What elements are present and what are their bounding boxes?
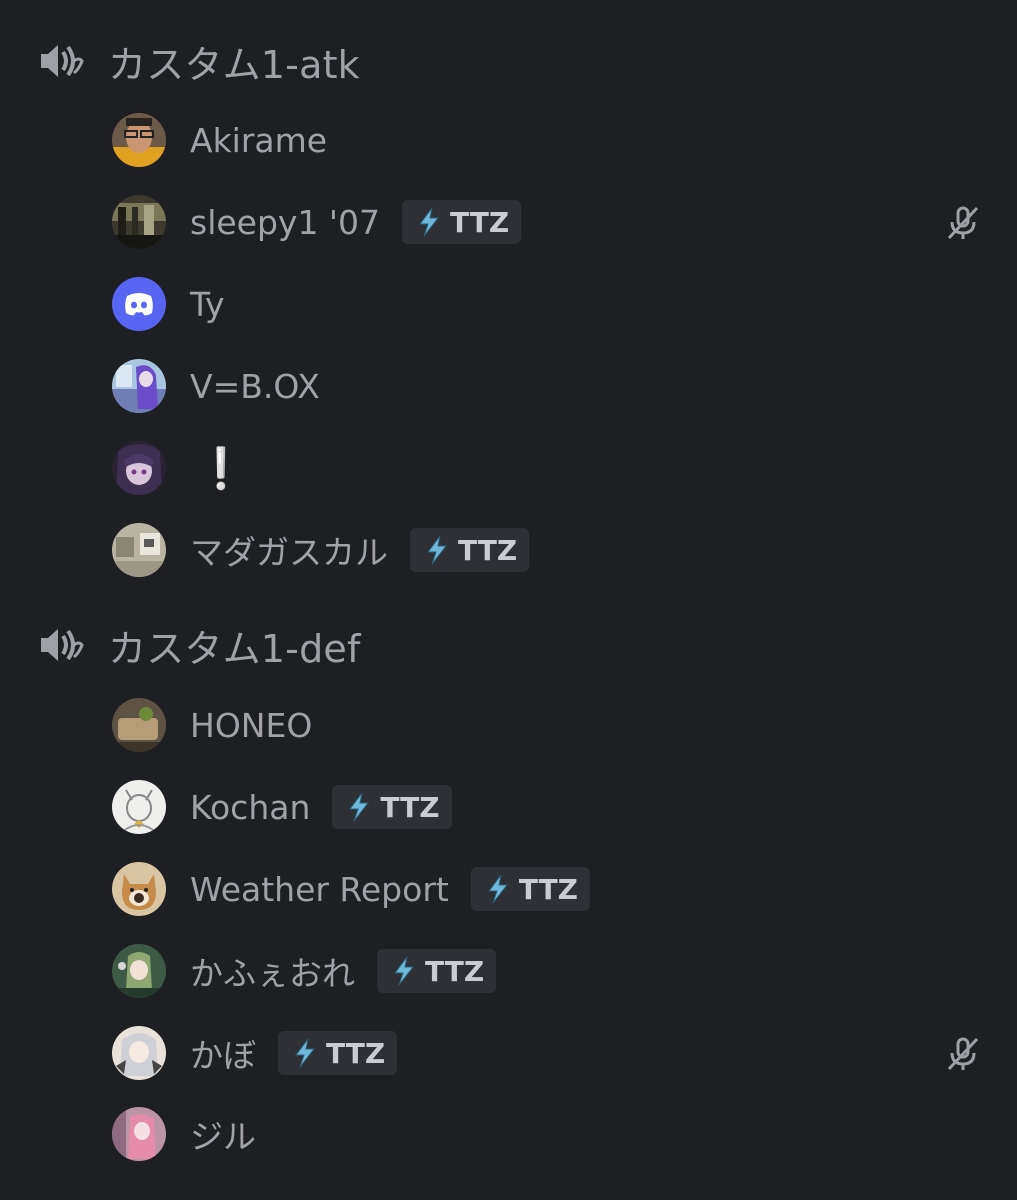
voice-member-kochan[interactable]: Kochan TTZ (112, 779, 982, 835)
member-name: ジル (190, 1117, 256, 1156)
voice-member-cafeore[interactable]: かふぇおれ TTZ (112, 943, 982, 999)
member-name: Akirame (190, 120, 328, 160)
voice-member-madagascar[interactable]: マダガスカル TTZ (112, 522, 982, 578)
guild-tag[interactable]: TTZ (278, 1031, 398, 1075)
lightning-icon (295, 1038, 316, 1068)
member-name: Weather Report (190, 869, 449, 909)
voice-member-kabo[interactable]: かぼ TTZ (112, 1025, 982, 1081)
user-avatar (112, 944, 166, 998)
lightning-icon (419, 207, 440, 237)
user-avatar (112, 780, 166, 834)
guild-tag-label: TTZ (450, 205, 510, 239)
member-name: かぼ (190, 1036, 256, 1075)
user-avatar (112, 195, 166, 249)
voice-member-exclaim[interactable]: ❕ (112, 440, 982, 496)
mic-muted-icon (947, 1037, 979, 1071)
guild-tag[interactable]: TTZ (410, 528, 530, 572)
voice-member-vbox[interactable]: V=B.OX (112, 358, 982, 414)
member-name: マダガスカル (190, 533, 388, 572)
member-name: ❕ (196, 445, 246, 492)
guild-tag[interactable]: TTZ (332, 785, 452, 829)
user-avatar (112, 277, 166, 331)
guild-tag[interactable]: TTZ (377, 949, 497, 993)
guild-tag-label: TTZ (518, 872, 578, 906)
voice-channel-list: カスタム1-atk Akirame sleepy1 '07 TTZ Ty V=B… (0, 0, 1017, 1200)
voice-channel-def[interactable]: カスタム1-def (38, 617, 361, 673)
voice-member-honeo[interactable]: HONEO (112, 697, 982, 753)
lightning-icon (394, 956, 415, 986)
voice-member-jiru[interactable]: ジル (112, 1106, 982, 1162)
voice-member-sleepy[interactable]: sleepy1 '07 TTZ (112, 194, 982, 250)
member-name: かふぇおれ (190, 954, 355, 993)
lightning-icon (349, 792, 370, 822)
channel-name: カスタム1-def (108, 626, 361, 671)
user-avatar (112, 1107, 166, 1161)
mic-muted-icon (947, 206, 979, 240)
guild-tag-label: TTZ (425, 954, 485, 988)
voice-member-weather-report[interactable]: Weather Report TTZ (112, 861, 982, 917)
member-name: HONEO (190, 705, 313, 745)
guild-tag-label: TTZ (458, 533, 518, 567)
guild-tag-label: TTZ (326, 1036, 386, 1070)
member-name: Kochan (190, 787, 311, 827)
guild-tag-label: TTZ (380, 790, 440, 824)
user-avatar (112, 862, 166, 916)
channel-name: カスタム1-atk (108, 42, 360, 87)
voice-channel-icon (38, 623, 86, 667)
user-avatar (112, 698, 166, 752)
user-avatar (112, 359, 166, 413)
lightning-icon (427, 535, 448, 565)
member-name: sleepy1 '07 (190, 202, 380, 242)
user-avatar (112, 523, 166, 577)
lightning-icon (487, 874, 508, 904)
voice-member-ty[interactable]: Ty (112, 276, 982, 332)
member-name: V=B.OX (190, 366, 320, 406)
user-avatar (112, 1026, 166, 1080)
voice-member-akirame[interactable]: Akirame (112, 112, 982, 168)
guild-tag[interactable]: TTZ (470, 867, 590, 911)
member-name: Ty (190, 284, 225, 324)
user-avatar (112, 113, 166, 167)
voice-channel-icon (38, 39, 86, 83)
voice-channel-atk[interactable]: カスタム1-atk (38, 33, 360, 89)
user-avatar (112, 441, 166, 495)
guild-tag[interactable]: TTZ (402, 200, 522, 244)
